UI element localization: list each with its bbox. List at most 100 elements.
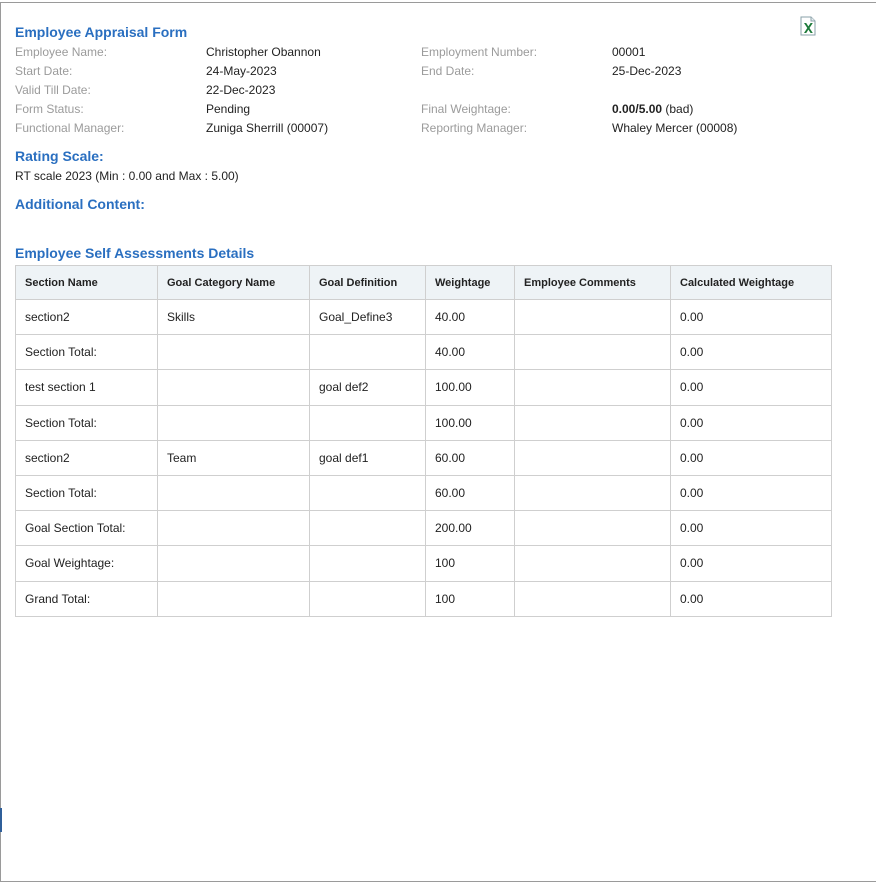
employee-name-label: Employee Name:: [15, 45, 108, 59]
column-header-calculated-weightage: Calculated Weightage: [670, 265, 832, 300]
table-body: section2 Skills Goal_Define3 40.00 0.00 Secti…: [15, 298, 832, 617]
section-name-cell: Section Total:: [15, 474, 158, 512]
self-assessment-table: Section Name Goal Category Name Goal Def…: [15, 265, 832, 617]
weightage-cell: 100: [425, 580, 515, 617]
goal-category-cell: [157, 369, 310, 406]
calculated-weightage-cell: 0.00: [670, 404, 832, 441]
calculated-weightage-cell: 0.00: [670, 545, 832, 582]
info-row: Start Date: 24-May-2023 End Date: 25-Dec…: [15, 63, 815, 82]
table-row: Section Total: 60.00 0.00: [15, 474, 832, 512]
section-name-cell: test section 1: [15, 369, 158, 406]
valid-till-date-label: Valid Till Date:: [15, 83, 91, 97]
weightage-cell: 100.00: [425, 404, 515, 441]
calculated-weightage-cell: 0.00: [670, 439, 832, 476]
rating-scale-heading: Rating Scale:: [15, 148, 104, 164]
goal-definition-cell: [309, 404, 426, 441]
weightage-cell: 60.00: [425, 474, 515, 512]
additional-content-heading: Additional Content:: [15, 196, 145, 212]
section-name-cell: Goal Weightage:: [15, 545, 158, 582]
goal-category-cell: [157, 580, 310, 617]
functional-manager-label: Functional Manager:: [15, 121, 125, 135]
goal-category-cell: [157, 545, 310, 582]
goal-category-cell: Skills: [157, 298, 310, 336]
calculated-weightage-cell: 0.00: [670, 580, 832, 617]
goal-definition-cell: goal def1: [309, 439, 426, 476]
weightage-cell: 60.00: [425, 439, 515, 476]
employee-name-value: Christopher Obannon: [206, 45, 321, 59]
table-row: Section Total: 100.00 0.00: [15, 404, 832, 441]
start-date-value: 24-May-2023: [206, 64, 277, 78]
weightage-cell: 40.00: [425, 334, 515, 371]
goal-definition-cell: [309, 334, 426, 371]
goal-definition-cell: Goal_Define3: [309, 298, 426, 336]
rating-scale-text: RT scale 2023 (Min : 0.00 and Max : 5.00…: [15, 169, 239, 183]
employee-comments-cell: [514, 298, 671, 336]
calculated-weightage-cell: 0.00: [670, 369, 832, 406]
self-assessment-heading: Employee Self Assessments Details: [15, 245, 255, 261]
excel-export-icon[interactable]: [799, 16, 817, 36]
final-weightage-label: Final Weightage:: [421, 102, 511, 116]
left-edge-accent: [0, 808, 2, 832]
employee-info-block: Employee Name: Christopher Obannon Emplo…: [15, 44, 815, 139]
final-weightage-score: 0.00/5.00: [612, 102, 663, 116]
employee-comments-cell: [514, 439, 671, 476]
form-status-label: Form Status:: [15, 102, 84, 116]
employee-comments-cell: [514, 404, 671, 441]
column-header-section-name: Section Name: [15, 265, 158, 300]
table-row: Goal Weightage: 100 0.00: [15, 545, 832, 582]
table-row: Goal Section Total: 200.00 0.00: [15, 510, 832, 547]
calculated-weightage-cell: 0.00: [670, 474, 832, 512]
calculated-weightage-cell: 0.00: [670, 510, 832, 547]
weightage-cell: 40.00: [425, 298, 515, 336]
final-weightage-value: 0.00/5.00 (bad): [612, 101, 693, 117]
goal-definition-cell: [309, 580, 426, 617]
weightage-cell: 100.00: [425, 369, 515, 406]
column-header-goal-category: Goal Category Name: [157, 265, 310, 300]
table-row: section2 Skills Goal_Define3 40.00 0.00: [15, 298, 832, 336]
column-header-weightage: Weightage: [425, 265, 515, 300]
calculated-weightage-cell: 0.00: [670, 334, 832, 371]
reporting-manager-label: Reporting Manager:: [421, 121, 528, 135]
employment-number-label: Employment Number:: [421, 45, 538, 59]
employee-comments-cell: [514, 510, 671, 547]
goal-category-cell: [157, 404, 310, 441]
reporting-manager-value: Whaley Mercer (00008): [612, 121, 738, 135]
form-status-value: Pending: [206, 102, 251, 116]
employment-number-value: 00001: [612, 45, 646, 59]
goal-category-cell: [157, 510, 310, 547]
employee-comments-cell: [514, 369, 671, 406]
start-date-label: Start Date:: [15, 64, 73, 78]
info-row: Employee Name: Christopher Obannon Emplo…: [15, 44, 815, 63]
goal-category-cell: Team: [157, 439, 310, 476]
table-row: Section Total: 40.00 0.00: [15, 334, 832, 371]
goal-category-cell: [157, 474, 310, 512]
info-row: Form Status: Pending Final Weightage: 0.…: [15, 101, 815, 120]
employee-comments-cell: [514, 474, 671, 512]
section-name-cell: section2: [15, 298, 158, 336]
table-row: test section 1 goal def2 100.00 0.00: [15, 369, 832, 406]
section-name-cell: Section Total:: [15, 404, 158, 441]
final-weightage-rating: (bad): [665, 102, 694, 116]
info-row: Valid Till Date: 22-Dec-2023: [15, 82, 815, 101]
column-header-goal-definition: Goal Definition: [309, 265, 426, 300]
goal-definition-cell: [309, 474, 426, 512]
employee-comments-cell: [514, 545, 671, 582]
employee-comments-cell: [514, 580, 671, 617]
calculated-weightage-cell: 0.00: [670, 298, 832, 336]
section-name-cell: section2: [15, 439, 158, 476]
form-title: Employee Appraisal Form: [15, 24, 188, 40]
weightage-cell: 200.00: [425, 510, 515, 547]
weightage-cell: 100: [425, 545, 515, 582]
table-header-row: Section Name Goal Category Name Goal Def…: [15, 265, 832, 300]
table-row: section2 Team goal def1 60.00 0.00: [15, 439, 832, 476]
functional-manager-value: Zuniga Sherrill (00007): [206, 121, 329, 135]
section-name-cell: Section Total:: [15, 334, 158, 371]
section-name-cell: Grand Total:: [15, 580, 158, 617]
table-row: Grand Total: 100 0.00: [15, 580, 832, 617]
goal-definition-cell: [309, 510, 426, 547]
end-date-label: End Date:: [421, 64, 475, 78]
column-header-employee-comments: Employee Comments: [514, 265, 671, 300]
info-row: Functional Manager: Zuniga Sherrill (000…: [15, 120, 815, 139]
goal-definition-cell: goal def2: [309, 369, 426, 406]
employee-comments-cell: [514, 334, 671, 371]
